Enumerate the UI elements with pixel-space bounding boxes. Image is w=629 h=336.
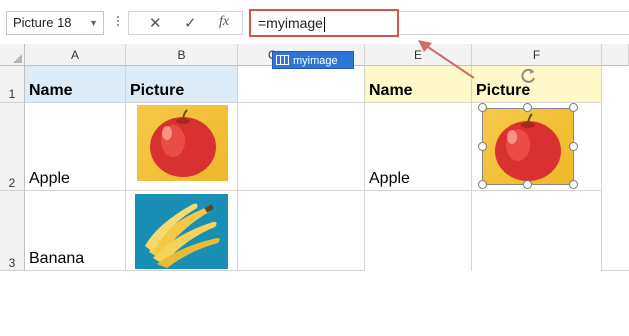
resize-handle-s[interactable]: [523, 180, 532, 189]
chevron-down-icon[interactable]: ▼: [89, 12, 98, 34]
autocomplete-label: myimage: [293, 55, 338, 67]
formula-text: =myimage: [258, 15, 323, 31]
row-header-3[interactable]: 3: [0, 191, 25, 271]
banana-illustration: [145, 203, 220, 268]
header-name: Name: [369, 82, 413, 99]
cell-c3[interactable]: [238, 191, 365, 271]
cell-a1[interactable]: Name: [25, 66, 126, 103]
cell-a2[interactable]: Apple: [25, 103, 126, 191]
formula-input[interactable]: =myimage: [249, 9, 399, 37]
resize-handle-nw[interactable]: [478, 103, 487, 112]
formula-bar: Picture 18 ▼ ✕ ✓ fx =myimage: [0, 0, 629, 43]
column-header-b[interactable]: B: [126, 44, 238, 66]
cell-f3[interactable]: [472, 191, 602, 271]
formula-buttons: ✕ ✓ fx: [128, 11, 243, 35]
item-name: Banana: [29, 250, 85, 267]
cell-e2[interactable]: Apple: [365, 103, 472, 191]
cell-b1[interactable]: Picture: [126, 66, 238, 103]
drag-handle[interactable]: [114, 14, 122, 32]
picture-selection-frame: [482, 108, 574, 185]
annotation-arrow-icon: [418, 40, 475, 79]
name-box-value: Picture 18: [13, 15, 72, 30]
apple-illustration: [150, 109, 216, 177]
resize-handle-w[interactable]: [478, 142, 487, 151]
header-picture: Picture: [130, 82, 185, 99]
column-header-g[interactable]: [602, 44, 629, 66]
item-name: Apple: [29, 170, 70, 187]
item-name: Apple: [369, 170, 410, 187]
formula-autocomplete-item[interactable]: myimage: [272, 51, 354, 69]
resize-handle-e[interactable]: [569, 142, 578, 151]
formula-bar-extension[interactable]: [399, 11, 629, 35]
cell-c1[interactable]: [238, 66, 365, 103]
cell-e3[interactable]: [365, 191, 472, 271]
cancel-icon[interactable]: ✕: [149, 14, 162, 32]
cell-g-column[interactable]: [602, 66, 629, 271]
name-box[interactable]: Picture 18 ▼: [6, 11, 104, 35]
resize-handle-ne[interactable]: [569, 103, 578, 112]
cell-a3[interactable]: Banana: [25, 191, 126, 271]
row-header-1[interactable]: 1: [0, 66, 25, 103]
resize-handle-sw[interactable]: [478, 180, 487, 189]
select-all-corner[interactable]: [0, 44, 25, 66]
apple-picture[interactable]: [137, 105, 228, 181]
column-header-f[interactable]: F: [472, 44, 602, 66]
enter-icon[interactable]: ✓: [184, 14, 197, 32]
cell-c2[interactable]: [238, 103, 365, 191]
row-header-2[interactable]: 2: [0, 103, 25, 191]
header-name: Name: [29, 82, 73, 99]
text-caret: [323, 16, 325, 32]
named-range-icon: [276, 55, 289, 65]
insert-function-button[interactable]: fx: [219, 14, 229, 30]
resize-handle-n[interactable]: [523, 103, 532, 112]
banana-picture[interactable]: [135, 194, 228, 269]
resize-handle-se[interactable]: [569, 180, 578, 189]
rotate-handle-icon[interactable]: [518, 66, 538, 86]
column-header-a[interactable]: A: [25, 44, 126, 66]
